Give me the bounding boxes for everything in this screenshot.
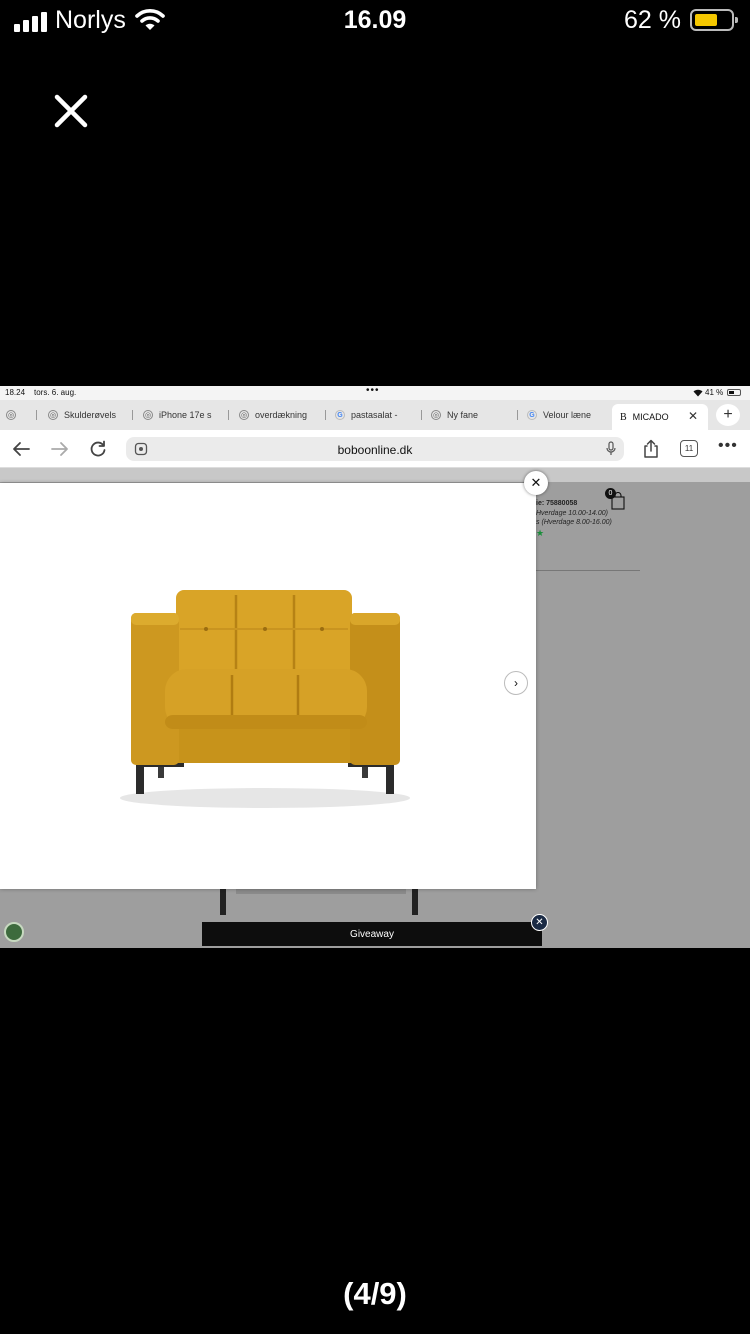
tab-item[interactable]: ◎ iPhone 17e s — [143, 408, 221, 422]
tab-label: iPhone 17e s — [159, 410, 212, 420]
chevron-right-icon: › — [514, 676, 518, 690]
battery-percent: 62 % — [624, 6, 681, 34]
phone-status-bar: Norlys 16.09 62 % — [0, 0, 750, 44]
image-counter: (4/9) — [343, 1276, 407, 1311]
giveaway-close-icon[interactable]: ✕ — [531, 914, 548, 931]
close-icon[interactable] — [52, 92, 90, 130]
tab-label: pastasalat - — [351, 410, 398, 420]
battery-icon — [690, 9, 738, 31]
ipad-status-bar: 18.24 tors. 6. aug. ••• 41 % — [0, 386, 750, 400]
browser-toolbar: boboonline.dk 11 ••• — [0, 430, 750, 468]
new-tab-button[interactable]: + — [716, 404, 740, 426]
tab-label: Skulderøvels — [64, 410, 117, 420]
opening-hours-line: s (Hverdage 8.00-16.00) — [536, 519, 612, 526]
address-bar[interactable]: boboonline.dk — [126, 437, 624, 461]
chair-legs-background — [220, 889, 418, 915]
tab-pinned[interactable]: ◎ — [6, 408, 32, 422]
tabs-overview-button[interactable]: 11 — [680, 440, 698, 457]
lightbox-close-button[interactable]: ✕ — [524, 471, 548, 495]
opening-hours-line: Hverdage 10.00-14.00) — [536, 510, 608, 517]
tab-close-icon[interactable]: ✕ — [688, 409, 698, 423]
divider — [536, 570, 640, 571]
tab-item[interactable]: G pastasalat - — [335, 408, 415, 422]
tab-label: MICADO — [632, 412, 669, 422]
more-options-icon[interactable]: ••• — [718, 437, 738, 455]
ipad-date: tors. 6. aug. — [34, 388, 77, 397]
page-header-strip — [0, 468, 750, 482]
site-favicon-icon: ◎ — [143, 410, 153, 420]
ipad-battery-percent: 41 % — [705, 388, 724, 397]
ipad-battery-icon — [727, 389, 741, 396]
google-favicon-icon: G — [335, 410, 345, 420]
tab-label: Velour læne — [543, 410, 592, 420]
web-page: ie: 75880058 Hverdage 10.00-14.00) s (Hv… — [0, 468, 750, 948]
google-favicon-icon: G — [527, 410, 537, 420]
trustpilot-star-icon: ★ — [536, 528, 545, 538]
tab-item[interactable]: ◎ Skulderøvels — [48, 408, 128, 422]
share-icon[interactable] — [640, 439, 662, 459]
embedded-screenshot: 18.24 tors. 6. aug. ••• 41 % ◎ ◎ Skulder… — [0, 386, 750, 948]
site-favicon-icon: ◎ — [48, 410, 58, 420]
next-image-button[interactable]: › — [504, 671, 528, 695]
microphone-icon[interactable] — [606, 441, 616, 457]
tab-item[interactable]: G Velour læne — [527, 408, 605, 422]
site-favicon-icon: ◎ — [6, 410, 16, 420]
url-text: boboonline.dk — [337, 443, 413, 457]
tab-item[interactable]: ◎ overdækning — [239, 408, 319, 422]
forward-arrow-icon[interactable] — [49, 439, 71, 459]
site-favicon-icon: ◎ — [431, 410, 441, 420]
back-arrow-icon[interactable] — [10, 439, 32, 459]
browser-tab-strip: ◎ ◎ Skulderøvels ◎ iPhone 17e s ◎ overdæ… — [0, 400, 750, 430]
product-info-background: ie: 75880058 Hverdage 10.00-14.00) s (Hv… — [536, 482, 656, 582]
tab-active[interactable]: B MICADO ✕ — [612, 404, 708, 430]
cart-count-badge: 0 — [605, 488, 616, 499]
giveaway-banner[interactable]: Giveaway — [202, 922, 542, 946]
tab-item[interactable]: ◎ Ny fane — [431, 408, 511, 422]
close-icon: ✕ — [530, 475, 542, 490]
image-lightbox: › — [0, 483, 536, 889]
multitasking-dots-icon[interactable]: ••• — [366, 386, 380, 396]
reload-icon[interactable] — [87, 439, 109, 459]
ipad-time: 18.24 — [5, 388, 26, 397]
tab-label: overdækning — [255, 410, 308, 420]
armchair-product-image — [120, 590, 410, 808]
ipad-wifi-icon — [693, 389, 703, 397]
product-code: ie: 75880058 — [536, 500, 578, 507]
eco-badge-icon[interactable] — [4, 922, 24, 942]
site-favicon-icon: ◎ — [239, 410, 249, 420]
site-logo-icon: B — [620, 411, 627, 423]
tab-label: Ny fane — [447, 410, 479, 420]
